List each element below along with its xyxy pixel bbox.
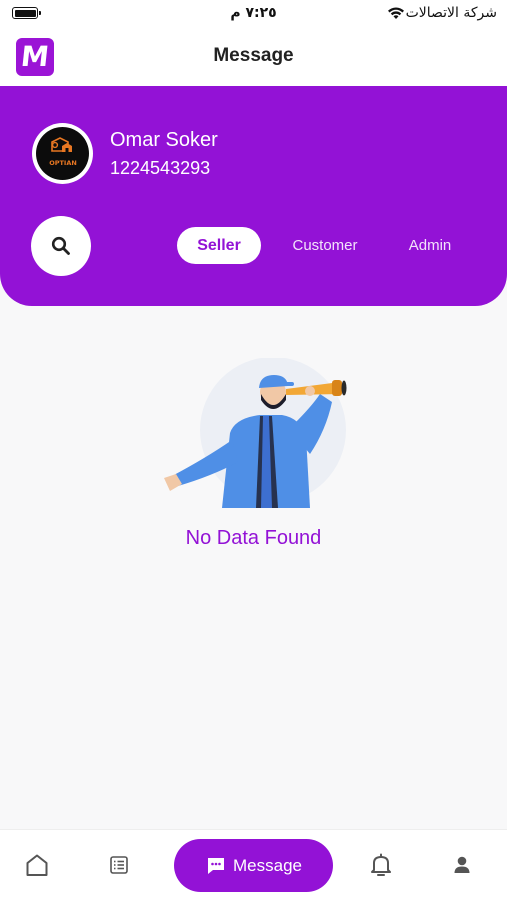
- wifi-icon: [388, 7, 404, 19]
- nav-list[interactable]: [104, 850, 134, 880]
- empty-state-message: No Data Found: [185, 527, 322, 549]
- search-button[interactable]: [31, 216, 91, 276]
- home-icon: [26, 854, 48, 876]
- nav-message-button[interactable]: Message: [174, 839, 333, 892]
- carrier-name: شركة الاتصالات: [405, 5, 497, 21]
- tab-customer[interactable]: Customer: [284, 227, 366, 264]
- bell-icon: [371, 853, 391, 876]
- list-icon: [110, 856, 128, 874]
- nav-profile[interactable]: [447, 850, 477, 880]
- status-bar: ٧:٢٥ م شركة الاتصالات: [0, 0, 507, 30]
- avatar-logo-icon: OPTIAN: [36, 127, 89, 180]
- tab-seller[interactable]: Seller: [177, 227, 261, 264]
- nav-home[interactable]: [22, 850, 52, 880]
- app-header: M Message: [0, 30, 507, 86]
- message-icon: [208, 857, 224, 874]
- bottom-nav: Message: [0, 830, 507, 900]
- page-title: Message: [213, 45, 294, 66]
- profile-panel: OPTIAN Omar Soker 1224543293 Seller Cust…: [0, 86, 507, 306]
- empty-state-illustration: [164, 358, 347, 508]
- avatar[interactable]: OPTIAN: [32, 123, 93, 184]
- user-name: Omar Soker: [110, 129, 218, 151]
- search-icon: [51, 236, 70, 255]
- nav-message-label: Message: [233, 855, 302, 875]
- user-icon: [454, 856, 470, 873]
- user-phone: 1224543293: [110, 158, 211, 178]
- tab-admin[interactable]: Admin: [398, 227, 462, 264]
- avatar-logo-text: OPTIAN: [49, 159, 77, 167]
- house-logo-icon: OPTIAN: [49, 136, 77, 167]
- nav-notifications[interactable]: [366, 850, 396, 880]
